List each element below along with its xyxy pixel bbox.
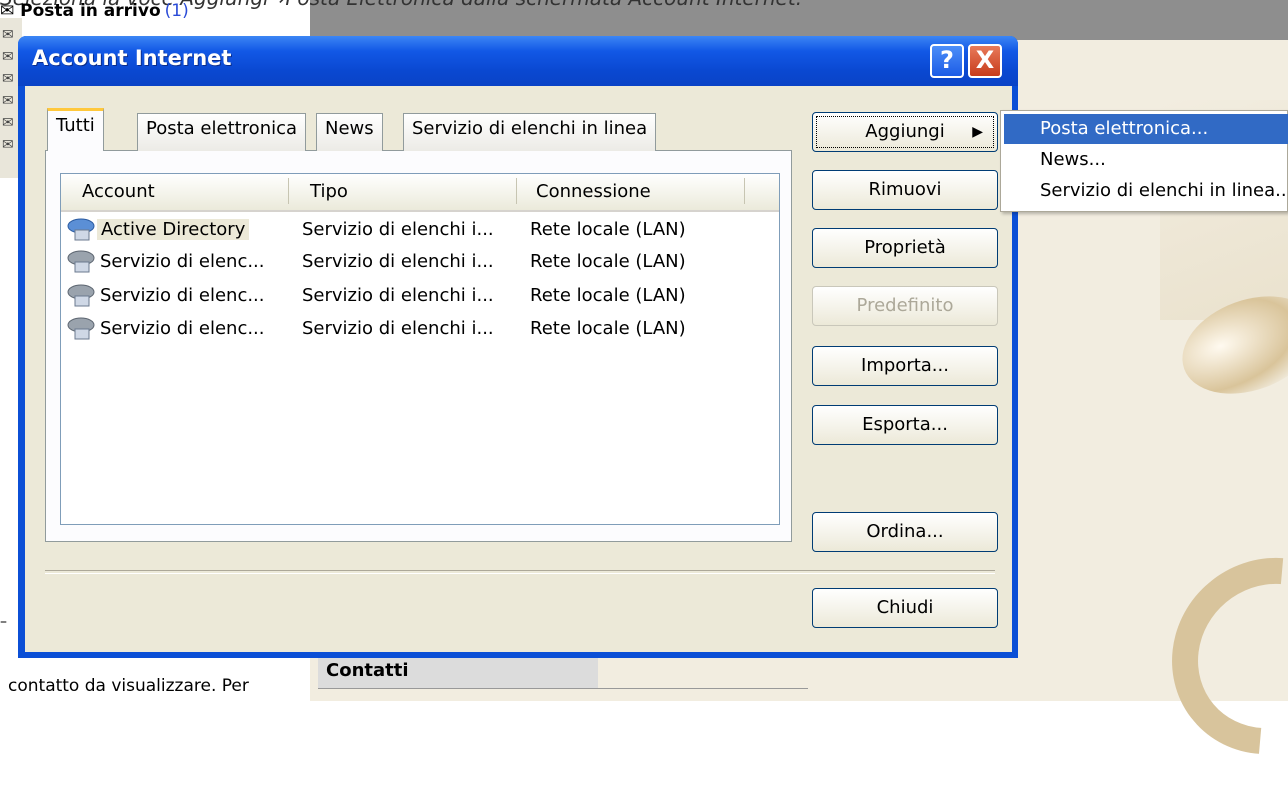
- account-name: Servizio di elenc...: [100, 251, 265, 272]
- inbox-label: Posta in arrivo: [20, 1, 161, 21]
- account-connection: Rete locale (LAN): [530, 318, 686, 339]
- account-type: Servizio di elenchi i...: [302, 318, 494, 339]
- account-type: Servizio di elenchi i...: [302, 219, 494, 240]
- column-divider[interactable]: [288, 178, 289, 204]
- close-button[interactable]: Chiudi: [812, 588, 998, 628]
- tab-news[interactable]: News: [316, 113, 383, 151]
- column-header-account[interactable]: Account: [82, 178, 155, 206]
- list-header: [61, 174, 779, 212]
- close-icon: X: [975, 46, 995, 74]
- submenu-arrow-icon: ▶: [972, 124, 983, 140]
- column-header-type[interactable]: Tipo: [310, 178, 348, 206]
- account-connection: Rete locale (LAN): [530, 219, 686, 240]
- properties-button[interactable]: Proprietà: [812, 228, 998, 268]
- account-connection: Rete locale (LAN): [530, 251, 686, 272]
- directory-service-icon: [67, 317, 95, 340]
- account-type: Servizio di elenchi i...: [302, 285, 494, 306]
- account-type: Servizio di elenchi i...: [302, 251, 494, 272]
- menu-item-mail[interactable]: Posta elettronica...: [1004, 114, 1288, 144]
- contacts-divider: [318, 688, 808, 689]
- tab-directory-service[interactable]: Servizio di elenchi in linea: [403, 113, 657, 151]
- remove-button[interactable]: Rimuovi: [812, 170, 998, 210]
- menu-item-directory-service[interactable]: Servizio di elenchi in linea...: [1004, 176, 1288, 206]
- inbox-folder-icon: ✉: [0, 1, 21, 21]
- add-button-label: Aggiungi: [865, 121, 945, 142]
- help-button[interactable]: ?: [930, 44, 964, 78]
- pane-splitter[interactable]: –: [0, 614, 7, 630]
- directory-service-icon: [67, 218, 95, 241]
- contacts-header: Contatti: [318, 656, 598, 688]
- order-button[interactable]: Ordina...: [812, 512, 998, 552]
- account-name: Servizio di elenc...: [100, 285, 265, 306]
- export-button[interactable]: Esporta...: [812, 405, 998, 445]
- tab-mail[interactable]: Posta elettronica: [137, 113, 307, 151]
- import-button[interactable]: Importa...: [812, 346, 998, 386]
- column-divider[interactable]: [516, 178, 517, 204]
- column-divider[interactable]: [744, 178, 745, 204]
- set-default-button[interactable]: Predefinito: [812, 286, 998, 326]
- dialog-separator: [45, 570, 995, 574]
- account-row[interactable]: Servizio di elenc... Servizio di elenchi…: [66, 313, 746, 345]
- account-connection: Rete locale (LAN): [530, 285, 686, 306]
- tab-all[interactable]: Tutti: [47, 108, 104, 151]
- add-button[interactable]: Aggiungi ▶: [812, 112, 998, 152]
- folder-icons: ✉ ✉ ✉ ✉ ✉ ✉: [2, 27, 14, 153]
- account-row[interactable]: Servizio di elenc... Servizio di elenchi…: [66, 280, 746, 312]
- account-row[interactable]: Servizio di elenc... Servizio di elenchi…: [66, 246, 746, 278]
- account-name: Servizio di elenc...: [100, 318, 265, 339]
- help-icon: ?: [940, 46, 954, 74]
- column-header-connection[interactable]: Connessione: [536, 178, 651, 206]
- dialog-title: Account Internet: [32, 46, 232, 70]
- directory-service-icon: [67, 250, 95, 273]
- contacts-empty-text: contatto da visualizzare. Per: [8, 676, 249, 696]
- directory-service-icon: [67, 284, 95, 307]
- account-name: Active Directory: [97, 219, 250, 240]
- close-dialog-button[interactable]: X: [968, 44, 1002, 78]
- menu-item-news[interactable]: News...: [1004, 145, 1288, 175]
- inbox-folder[interactable]: ✉ Posta in arrivo (1): [0, 1, 189, 21]
- inbox-unread-count: (1): [164, 1, 189, 21]
- account-row[interactable]: Active Directory Servizio di elenchi i..…: [66, 214, 746, 246]
